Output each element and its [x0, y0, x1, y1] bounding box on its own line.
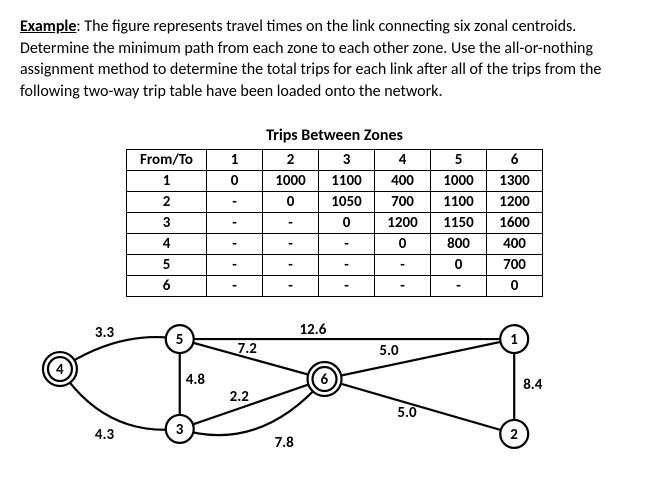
- table-row: 2-0105070011001200: [127, 192, 543, 213]
- cell: 1200: [487, 192, 543, 213]
- th-6: 6: [487, 150, 543, 171]
- cell: -: [375, 255, 431, 276]
- trips-table: From/To 1 2 3 4 5 6 10100011004001000130…: [126, 149, 543, 297]
- cell: 400: [487, 234, 543, 255]
- cell: 1100: [431, 192, 487, 213]
- cell: 0: [375, 234, 431, 255]
- edge-label-45: 3.3: [95, 324, 115, 342]
- cell: -: [207, 234, 263, 255]
- edge-label-61: 5.0: [379, 342, 399, 360]
- node-5-label: 5: [176, 331, 184, 349]
- th-4: 4: [375, 150, 431, 171]
- row-header: 1: [127, 171, 207, 192]
- cell: 0: [319, 213, 375, 234]
- th-5: 5: [431, 150, 487, 171]
- edge-6-1: [325, 339, 515, 379]
- edge-label-56: 7.2: [238, 340, 258, 358]
- cell: -: [263, 255, 319, 276]
- edge-label-53: 4.8: [186, 371, 206, 389]
- row-header: 2: [127, 192, 207, 213]
- cell: -: [375, 276, 431, 297]
- table-row: 5----0700: [127, 255, 543, 276]
- table-row: 101000110040010001300: [127, 171, 543, 192]
- node-1: 1: [500, 325, 528, 353]
- row-header: 4: [127, 234, 207, 255]
- cell: 1100: [319, 171, 375, 192]
- edge-6-2: [325, 379, 515, 434]
- cell: 400: [375, 171, 431, 192]
- edge-label-12: 8.4: [523, 376, 543, 394]
- cell: 1300: [487, 171, 543, 192]
- cell: -: [207, 255, 263, 276]
- cell: 1000: [263, 171, 319, 192]
- node-6-label: 6: [321, 371, 329, 389]
- edge-label-43: 4.3: [95, 426, 115, 444]
- table-row: 6-----0: [127, 276, 543, 297]
- cell: -: [207, 192, 263, 213]
- row-header: 3: [127, 213, 207, 234]
- table-title: Trips Between Zones: [20, 126, 649, 145]
- example-text: : The figure represents travel times on …: [20, 17, 601, 101]
- th-3: 3: [319, 150, 375, 171]
- example-intro: Example: The figure represents travel ti…: [20, 16, 649, 102]
- cell: 1150: [431, 213, 487, 234]
- cell: 0: [263, 192, 319, 213]
- th-1: 1: [207, 150, 263, 171]
- edge-4-3: [60, 369, 180, 430]
- table-header-row: From/To 1 2 3 4 5 6: [127, 150, 543, 171]
- node-3-label: 3: [176, 421, 184, 439]
- cell: -: [319, 276, 375, 297]
- cell: -: [263, 213, 319, 234]
- node-1-label: 1: [510, 331, 518, 349]
- cell: 0: [207, 171, 263, 192]
- cell: -: [319, 255, 375, 276]
- th-2: 2: [263, 150, 319, 171]
- cell: 800: [431, 234, 487, 255]
- edge-label-51: 12.6: [300, 321, 327, 339]
- row-header: 6: [127, 276, 207, 297]
- cell: 0: [431, 255, 487, 276]
- example-label: Example: [20, 17, 76, 36]
- edge-4-5: [60, 337, 180, 369]
- node-2: 2: [500, 420, 528, 448]
- edge-label-62: 5.0: [397, 404, 417, 422]
- cell: 1050: [319, 192, 375, 213]
- node-6: 6: [308, 362, 342, 396]
- table-row: 3--0120011501600: [127, 213, 543, 234]
- network-diagram: 3.3 4.3 4.8 7.2 2.2 7.8 12.6 5.0 5.0 8.4…: [20, 309, 649, 459]
- cell: 1600: [487, 213, 543, 234]
- table-row: 4---0800400: [127, 234, 543, 255]
- cell: 0: [487, 276, 543, 297]
- cell: 1000: [431, 171, 487, 192]
- th-fromto: From/To: [127, 150, 207, 171]
- cell: -: [207, 213, 263, 234]
- node-4: 4: [43, 352, 77, 386]
- edge-label-36b: 7.8: [275, 434, 295, 452]
- node-5: 5: [166, 325, 194, 353]
- row-header: 5: [127, 255, 207, 276]
- node-2-label: 2: [510, 426, 518, 444]
- cell: -: [263, 234, 319, 255]
- node-3: 3: [166, 415, 194, 443]
- cell: 1200: [375, 213, 431, 234]
- cell: -: [431, 276, 487, 297]
- node-4-label: 4: [56, 361, 64, 379]
- cell: 700: [375, 192, 431, 213]
- edge-label-36a: 2.2: [230, 388, 250, 406]
- cell: 700: [487, 255, 543, 276]
- cell: -: [207, 276, 263, 297]
- cell: -: [263, 276, 319, 297]
- cell: -: [319, 234, 375, 255]
